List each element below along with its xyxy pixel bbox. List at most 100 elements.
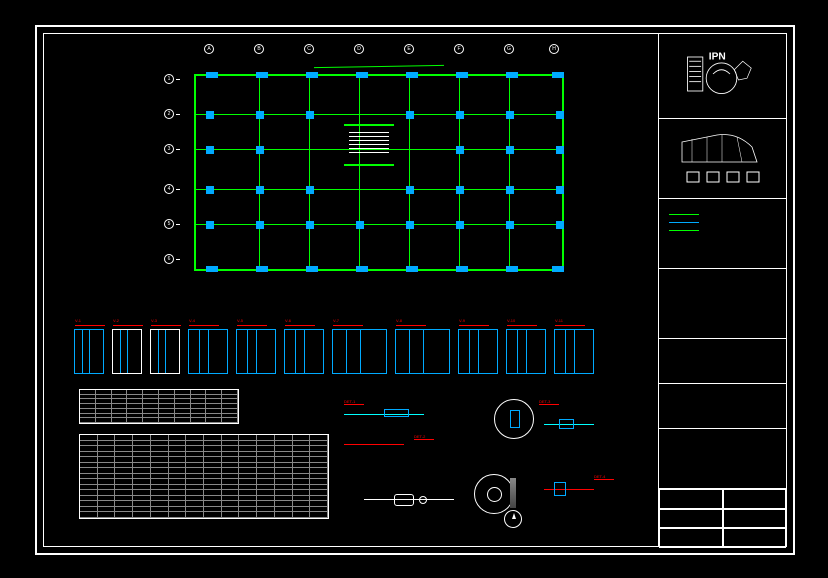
column bbox=[406, 111, 414, 119]
keyplan bbox=[667, 127, 777, 189]
wall bbox=[194, 74, 196, 271]
elevation: V-3 bbox=[150, 329, 180, 374]
column bbox=[552, 72, 564, 78]
column bbox=[506, 221, 514, 229]
grid-bubble: 6 bbox=[164, 254, 174, 264]
elevation: V-11 bbox=[554, 329, 594, 374]
grid-bubble: E bbox=[404, 44, 414, 54]
column bbox=[506, 111, 514, 119]
elev-label: V-1 bbox=[75, 318, 105, 326]
elev-label: V-10 bbox=[507, 318, 537, 326]
column bbox=[506, 146, 514, 154]
column bbox=[506, 186, 514, 194]
floor-plan[interactable]: A B C D E F G H 1 2 3 4 5 6 bbox=[164, 44, 574, 289]
elev-label: V-8 bbox=[396, 318, 426, 326]
column bbox=[356, 221, 364, 229]
detail-line bbox=[544, 489, 594, 490]
elev-label: V-6 bbox=[285, 318, 315, 326]
wall bbox=[409, 74, 410, 269]
column bbox=[256, 186, 264, 194]
elev-label: V-2 bbox=[113, 318, 143, 326]
mechanical-detail bbox=[364, 489, 454, 514]
detail-circle bbox=[494, 399, 534, 439]
elevation: V-5 bbox=[236, 329, 276, 374]
drawing-border: A B C D E F G H 1 2 3 4 5 6 bbox=[43, 33, 787, 547]
legend-item bbox=[669, 214, 699, 215]
elev-label: V-4 bbox=[189, 318, 219, 326]
legend-item bbox=[669, 230, 699, 231]
grid-bubble: 1 bbox=[164, 74, 174, 84]
column bbox=[456, 266, 468, 272]
elev-label: V-9 bbox=[459, 318, 489, 326]
elevation: V-9 bbox=[458, 329, 498, 374]
tick bbox=[176, 149, 180, 150]
column bbox=[256, 146, 264, 154]
detail-section bbox=[510, 410, 520, 428]
title-cell-5 bbox=[659, 339, 786, 384]
grid-bubble: B bbox=[254, 44, 264, 54]
detail-inner bbox=[487, 487, 502, 502]
wall bbox=[309, 74, 310, 269]
column bbox=[556, 111, 564, 119]
column bbox=[406, 72, 418, 78]
grid-bubble: F bbox=[454, 44, 464, 54]
column bbox=[206, 221, 214, 229]
title-legend-cell bbox=[659, 199, 786, 269]
column bbox=[406, 186, 414, 194]
tick bbox=[176, 114, 180, 115]
annotation: DET-2 bbox=[414, 434, 434, 440]
wall bbox=[344, 164, 394, 166]
column bbox=[256, 266, 268, 272]
north-arrow bbox=[504, 476, 522, 526]
column bbox=[552, 266, 564, 272]
column bbox=[506, 72, 518, 78]
elevation: V-7 bbox=[332, 329, 387, 374]
elev-label: V-5 bbox=[237, 318, 267, 326]
column bbox=[556, 186, 564, 194]
wall bbox=[259, 74, 260, 269]
column bbox=[206, 266, 218, 272]
wall bbox=[314, 65, 444, 68]
grid-bubble: H bbox=[549, 44, 559, 54]
elev-label: V-11 bbox=[555, 318, 585, 326]
column bbox=[456, 221, 464, 229]
grid-bubble: G bbox=[504, 44, 514, 54]
column bbox=[256, 72, 268, 78]
wall bbox=[509, 74, 510, 269]
drawing-area[interactable]: A B C D E F G H 1 2 3 4 5 6 bbox=[44, 34, 662, 546]
tick bbox=[176, 224, 180, 225]
grid-bubble: 3 bbox=[164, 144, 174, 154]
schedule-table-2 bbox=[79, 434, 329, 519]
column bbox=[206, 186, 214, 194]
wall bbox=[344, 124, 394, 126]
title-logo-cell: IPN bbox=[659, 34, 786, 119]
grid-bubble: A bbox=[204, 44, 214, 54]
wall bbox=[459, 74, 460, 269]
column bbox=[256, 221, 264, 229]
drawing-sheet: A B C D E F G H 1 2 3 4 5 6 bbox=[35, 25, 795, 555]
annotation: DET-1 bbox=[344, 399, 364, 405]
elevation: V-8 bbox=[395, 329, 450, 374]
annotation: DET-3 bbox=[539, 399, 559, 405]
elevation: V-6 bbox=[284, 329, 324, 374]
elev-label: V-3 bbox=[151, 318, 181, 326]
title-keyplan-cell bbox=[659, 119, 786, 199]
grid-bubble: D bbox=[354, 44, 364, 54]
schedule-table-1 bbox=[79, 389, 239, 424]
column bbox=[456, 186, 464, 194]
svg-text:IPN: IPN bbox=[709, 52, 726, 63]
detail-box bbox=[559, 419, 574, 429]
column bbox=[456, 111, 464, 119]
grid-bubble: 5 bbox=[164, 219, 174, 229]
logo-icon: IPN bbox=[679, 44, 764, 104]
title-cell-7 bbox=[659, 429, 786, 489]
title-block: IPN bbox=[658, 34, 786, 546]
grid-bubble: 2 bbox=[164, 109, 174, 119]
column bbox=[456, 72, 468, 78]
column bbox=[556, 146, 564, 154]
column bbox=[306, 186, 314, 194]
wall bbox=[562, 74, 564, 271]
tick bbox=[176, 189, 180, 190]
detail-line bbox=[344, 444, 404, 445]
wall bbox=[359, 74, 360, 269]
